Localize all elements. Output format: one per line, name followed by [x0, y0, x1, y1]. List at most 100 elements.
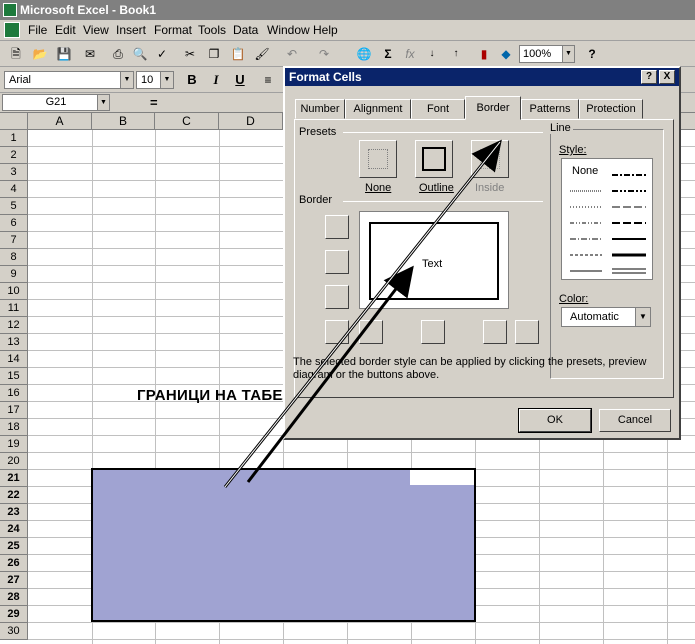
row-header[interactable]: 26 — [0, 555, 28, 572]
line-style-swatches[interactable] — [562, 159, 652, 279]
row-header[interactable]: 15 — [0, 368, 28, 385]
paste-function-icon[interactable]: fx — [400, 44, 420, 64]
format-painter-icon[interactable]: 🖌 — [252, 44, 272, 64]
border-middle-v-button[interactable] — [421, 320, 445, 344]
row-header[interactable]: 21 — [0, 470, 28, 487]
row-header[interactable]: 19 — [0, 436, 28, 453]
menu-help[interactable]: Help — [313, 23, 338, 37]
row-header[interactable]: 6 — [0, 215, 28, 232]
line-color-select[interactable]: Automatic ▼ — [561, 307, 651, 327]
row-header[interactable]: 5 — [0, 198, 28, 215]
row-header[interactable]: 1 — [0, 130, 28, 147]
help-icon[interactable]: ? — [582, 44, 602, 64]
chevron-down-icon[interactable]: ▼ — [635, 308, 650, 326]
undo-icon[interactable]: ↶ — [282, 44, 302, 64]
row-header[interactable]: 18 — [0, 419, 28, 436]
menu-tools[interactable]: Tools — [198, 23, 226, 37]
selected-range[interactable] — [91, 468, 476, 622]
line-style-list[interactable]: None — [561, 158, 653, 280]
row-header[interactable]: 25 — [0, 538, 28, 555]
row-header[interactable]: 23 — [0, 504, 28, 521]
menu-edit[interactable]: Edit — [55, 23, 76, 37]
dialog-help-button[interactable]: ? — [641, 70, 657, 84]
row-header[interactable]: 22 — [0, 487, 28, 504]
row-header[interactable]: 4 — [0, 181, 28, 198]
save-icon[interactable]: 💾 — [54, 44, 74, 64]
border-top-button[interactable] — [325, 215, 349, 239]
tab-patterns[interactable]: Patterns — [521, 99, 579, 119]
menu-data[interactable]: Data — [233, 23, 258, 37]
cut-icon[interactable]: ✂ — [180, 44, 200, 64]
row-header[interactable]: 16 — [0, 385, 28, 402]
email-icon[interactable]: ✉ — [80, 44, 100, 64]
open-icon[interactable]: 📂 — [30, 44, 50, 64]
row-header[interactable]: 30 — [0, 623, 28, 640]
tab-border[interactable]: Border — [465, 96, 521, 120]
print-icon[interactable]: ⎙ — [108, 44, 128, 64]
row-header[interactable]: 9 — [0, 266, 28, 283]
font-name-select[interactable]: Arial ▼ — [4, 71, 134, 89]
row-header[interactable]: 3 — [0, 164, 28, 181]
new-icon[interactable]: 🗎 — [6, 44, 26, 64]
excel-doc-icon[interactable] — [4, 22, 20, 38]
tab-font[interactable]: Font — [411, 99, 465, 119]
name-box[interactable]: G21 ▼ — [2, 94, 110, 111]
chevron-down-icon[interactable]: ▼ — [562, 46, 574, 62]
row-header[interactable]: 27 — [0, 572, 28, 589]
copy-icon[interactable]: ❐ — [204, 44, 224, 64]
preset-inside-button[interactable] — [471, 140, 509, 178]
redo-icon[interactable]: ↷ — [314, 44, 334, 64]
chevron-down-icon[interactable]: ▼ — [160, 72, 173, 88]
select-all-corner[interactable] — [0, 113, 28, 130]
italic-button[interactable]: I — [206, 71, 226, 89]
menu-view[interactable]: View — [83, 23, 109, 37]
tab-protection[interactable]: Protection — [579, 99, 643, 119]
font-size-select[interactable]: 10 ▼ — [136, 71, 174, 89]
row-header[interactable]: 7 — [0, 232, 28, 249]
tab-number[interactable]: Number — [295, 99, 345, 119]
column-header[interactable]: B — [92, 113, 155, 130]
row-header[interactable]: 24 — [0, 521, 28, 538]
formula-equals[interactable]: = — [150, 95, 158, 110]
sort-descending-icon[interactable]: ↑ — [446, 44, 466, 64]
row-header[interactable]: 12 — [0, 317, 28, 334]
chevron-down-icon[interactable]: ▼ — [97, 95, 109, 110]
menu-insert[interactable]: Insert — [116, 23, 146, 37]
row-header[interactable]: 2 — [0, 147, 28, 164]
drawing-icon[interactable]: ◆ — [496, 44, 516, 64]
border-right-button[interactable] — [483, 320, 507, 344]
border-diagonal-up-button[interactable] — [325, 320, 349, 344]
autosum-icon[interactable]: Σ — [378, 44, 398, 64]
active-cell[interactable] — [410, 470, 474, 485]
row-header[interactable]: 20 — [0, 453, 28, 470]
chart-wizard-icon[interactable]: ▮ — [474, 44, 494, 64]
hyperlink-icon[interactable]: 🌐 — [354, 44, 374, 64]
column-header[interactable]: A — [28, 113, 92, 130]
border-bottom-button[interactable] — [325, 285, 349, 309]
tab-alignment[interactable]: Alignment — [345, 99, 411, 119]
menu-file[interactable]: File — [28, 23, 47, 37]
row-header[interactable]: 11 — [0, 300, 28, 317]
row-header[interactable]: 17 — [0, 402, 28, 419]
column-header[interactable]: D — [219, 113, 283, 130]
ok-button[interactable]: OK — [518, 408, 592, 433]
row-header[interactable]: 10 — [0, 283, 28, 300]
row-header[interactable]: 29 — [0, 606, 28, 623]
print-preview-icon[interactable]: 🔍 — [130, 44, 150, 64]
paste-icon[interactable]: 📋 — [228, 44, 248, 64]
row-header[interactable]: 13 — [0, 334, 28, 351]
underline-button[interactable]: U — [230, 71, 250, 89]
cancel-button[interactable]: Cancel — [599, 409, 671, 432]
preset-none-button[interactable] — [359, 140, 397, 178]
chevron-down-icon[interactable]: ▼ — [120, 72, 133, 88]
preset-outline-button[interactable] — [415, 140, 453, 178]
row-header[interactable]: 28 — [0, 589, 28, 606]
menu-window[interactable]: Window — [267, 23, 310, 37]
row-header[interactable]: 8 — [0, 249, 28, 266]
border-middle-h-button[interactable] — [325, 250, 349, 274]
dialog-close-button[interactable]: X — [659, 70, 675, 84]
spelling-icon[interactable]: ✓ — [152, 44, 172, 64]
align-left-icon[interactable]: ≡ — [258, 71, 278, 89]
border-preview[interactable]: Text — [359, 211, 509, 309]
row-header[interactable]: 14 — [0, 351, 28, 368]
